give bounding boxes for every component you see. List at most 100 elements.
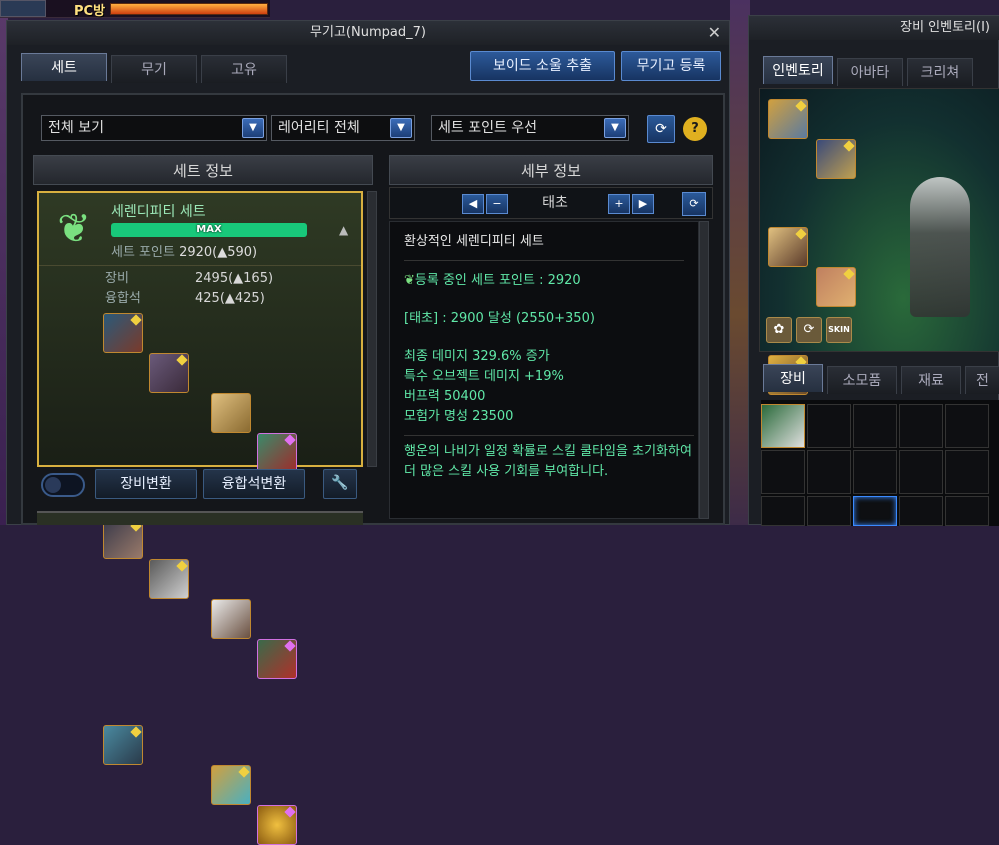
inventory-slot[interactable] xyxy=(853,404,897,448)
inventory-slot[interactable] xyxy=(945,496,989,526)
inventory-grid xyxy=(761,400,999,526)
rarity-dropdown-value: 레어리티 전체 xyxy=(278,120,360,136)
equip-slot[interactable] xyxy=(816,139,856,179)
set-point-line: 세트 포인트 2920(▲590) xyxy=(111,241,257,260)
tab-inventory[interactable]: 인벤토리 xyxy=(763,56,833,84)
item-slot[interactable] xyxy=(103,313,143,353)
item-slot[interactable] xyxy=(103,725,143,765)
inventory-titlebar[interactable]: 장비 인벤토리(I) xyxy=(749,16,999,40)
set-list-scrollbar[interactable] xyxy=(367,191,377,467)
stage-label: 태초 xyxy=(542,195,568,211)
tab-weapon[interactable]: 무기 xyxy=(111,55,197,83)
fusion-value: 425(▲425) xyxy=(195,291,265,306)
armory-register-button[interactable]: 무기고 등록 xyxy=(621,51,721,81)
sort-dropdown[interactable]: 세트 포인트 우선 ▼ xyxy=(431,115,629,141)
equip-slot[interactable] xyxy=(768,227,808,267)
toggle-switch[interactable] xyxy=(41,473,85,497)
set-name: 세렌디피티 세트 xyxy=(111,204,206,220)
equip-slot[interactable] xyxy=(768,99,808,139)
equip-change-button[interactable]: 장비변환 xyxy=(95,469,197,499)
view-dropdown[interactable]: 전체 보기 ▼ xyxy=(41,115,267,141)
close-icon[interactable]: ✕ xyxy=(708,21,721,45)
equip-label: 장비 xyxy=(105,271,129,286)
set-progress-bar: MAX xyxy=(111,223,307,237)
item-slot[interactable] xyxy=(211,599,251,639)
inventory-slot[interactable] xyxy=(945,404,989,448)
sort-dropdown-value: 세트 포인트 우선 xyxy=(438,120,538,136)
prev-arrow-icon[interactable]: ◀ xyxy=(462,194,484,214)
content-panel: 전체 보기 ▼ 레어리티 전체 ▼ 세트 포인트 우선 ▼ ⟳ ? 세트 정보 … xyxy=(21,93,725,845)
tab-creature[interactable]: 크리쳐 xyxy=(907,58,973,86)
minus-icon[interactable]: − xyxy=(486,194,508,214)
equip-slot[interactable] xyxy=(816,267,856,307)
registered-points: 등록 중인 세트 포인트 : 2920 xyxy=(414,273,581,288)
detail-header: 세부 정보 xyxy=(389,155,713,185)
stage-selector: ◀ − 태초 + ▶ ⟳ xyxy=(389,187,713,219)
item-slot[interactable] xyxy=(211,393,251,433)
item-slot[interactable] xyxy=(257,805,297,845)
set-info-header: 세트 정보 xyxy=(33,155,373,185)
fusion-change-button[interactable]: 융합석변환 xyxy=(203,469,305,499)
tab-consumables[interactable]: 소모품 xyxy=(827,366,897,394)
plus-icon[interactable]: + xyxy=(608,194,630,214)
inventory-slot[interactable] xyxy=(761,496,805,526)
equip-value: 2495(▲165) xyxy=(195,271,274,286)
item-slot[interactable] xyxy=(149,559,189,599)
inventory-slot[interactable] xyxy=(899,496,943,526)
set-card[interactable]: ❦ 세렌디피티 세트 MAX 세트 포인트 2920(▲590) ▲ 장비 24… xyxy=(37,191,363,845)
window-titlebar[interactable]: 무기고(Numpad_7) ✕ xyxy=(7,21,729,45)
butterfly-icon: ❦ xyxy=(57,206,91,252)
tab-avatar[interactable]: 아바타 xyxy=(837,58,903,86)
inventory-slot[interactable] xyxy=(761,450,805,494)
refresh-icon[interactable]: ⟳ xyxy=(647,115,675,143)
inventory-slot-selected[interactable] xyxy=(853,496,897,526)
help-icon[interactable]: ? xyxy=(683,117,707,141)
inventory-slot[interactable] xyxy=(807,404,851,448)
effect-line: 최종 데미지 329.6% 증가 xyxy=(404,349,550,364)
butterfly-icon: ❦ xyxy=(404,273,415,288)
inventory-slot[interactable] xyxy=(807,496,851,526)
window-title: 무기고(Numpad_7) xyxy=(310,25,426,40)
detail-body: 환상적인 세렌디피티 세트 ❦등록 중인 세트 포인트 : 2920 [태초] … xyxy=(389,221,699,519)
effect-line: 특수 오브젝트 데미지 +19% xyxy=(404,369,564,384)
item-slot[interactable] xyxy=(211,765,251,805)
skin-button[interactable]: SKIN xyxy=(826,317,852,343)
divider xyxy=(39,265,361,266)
collapse-icon[interactable]: ▲ xyxy=(339,223,348,237)
achieved-line: [태초] : 2900 달성 (2550+350) xyxy=(404,311,595,326)
pc-status-bar: PC방 xyxy=(0,0,270,19)
inventory-slot[interactable] xyxy=(899,450,943,494)
inventory-title: 장비 인벤토리(I) xyxy=(900,20,990,35)
progress-max-label: MAX xyxy=(196,224,222,235)
inventory-slot[interactable] xyxy=(899,404,943,448)
wrench-icon[interactable]: 🔧 xyxy=(323,469,357,499)
inventory-slot[interactable] xyxy=(853,450,897,494)
tab-set[interactable]: 세트 xyxy=(21,53,107,81)
next-arrow-icon[interactable]: ▶ xyxy=(632,194,654,214)
tab-equipment[interactable]: 장비 xyxy=(763,364,823,392)
inventory-slot[interactable] xyxy=(807,450,851,494)
tab-unique[interactable]: 고유 xyxy=(201,55,287,83)
chevron-down-icon: ▼ xyxy=(242,118,264,138)
tab-more[interactable]: 전 xyxy=(965,366,999,394)
detail-divider xyxy=(404,260,684,271)
chevron-down-icon: ▼ xyxy=(604,118,626,138)
reset-icon[interactable]: ⟳ xyxy=(682,192,706,216)
detail-scrollbar[interactable] xyxy=(699,221,709,519)
set-point-label: 세트 포인트 xyxy=(111,245,175,260)
inventory-slot[interactable] xyxy=(761,404,805,448)
effect-line: 모험가 명성 23500 xyxy=(404,409,514,424)
void-soul-extract-button[interactable]: 보이드 소울 추출 xyxy=(470,51,615,81)
item-slot[interactable] xyxy=(103,519,143,559)
rarity-dropdown[interactable]: 레어리티 전체 ▼ xyxy=(271,115,415,141)
registered-points-line: ❦등록 중인 세트 포인트 : 2920 xyxy=(404,271,684,291)
next-set-card[interactable] xyxy=(37,511,363,525)
item-slot[interactable] xyxy=(149,353,189,393)
item-slot[interactable] xyxy=(257,639,297,679)
tab-materials[interactable]: 재료 xyxy=(901,366,961,394)
inventory-window: 장비 인벤토리(I) 인벤토리 아바타 크리쳐 ✿ ⟳ SKIN 장비 소모품 … xyxy=(748,15,999,526)
inventory-slot[interactable] xyxy=(945,450,989,494)
item-slot[interactable] xyxy=(257,433,297,473)
appearance-icon[interactable]: ✿ xyxy=(766,317,792,343)
rotate-icon[interactable]: ⟳ xyxy=(796,317,822,343)
